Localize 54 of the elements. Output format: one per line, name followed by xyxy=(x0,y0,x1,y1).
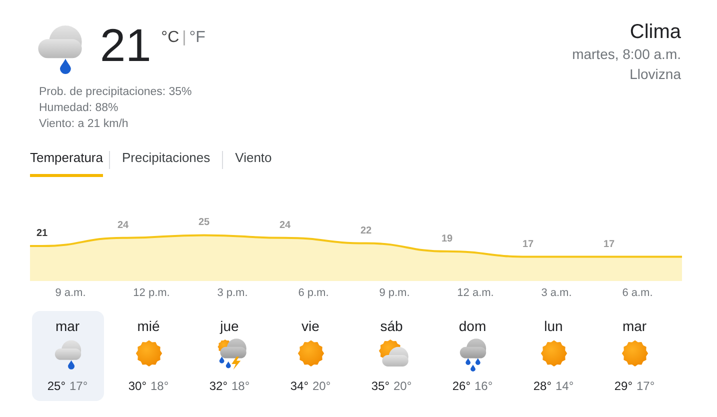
day-name: lun xyxy=(544,317,563,335)
low-temperature: 16° xyxy=(474,378,493,395)
celsius-unit[interactable]: °C xyxy=(161,26,180,50)
high-temperature: 30° xyxy=(128,378,146,395)
low-temperature: 20° xyxy=(312,378,331,395)
day-name: mar xyxy=(55,317,80,335)
day-name: mié xyxy=(137,317,160,335)
high-temperature: 25° xyxy=(47,378,66,395)
high-temperature: 28° xyxy=(533,378,552,395)
temperature-label: 24 xyxy=(117,219,129,230)
weather-condition: Llovizna xyxy=(630,65,681,84)
time-label: 6 p.m. xyxy=(298,286,329,300)
temperature-label: 19 xyxy=(441,232,453,244)
time-label: 9 p.m. xyxy=(379,286,410,300)
weather-detail: Viento: a 21 km/h xyxy=(39,117,128,132)
low-temperature: 17° xyxy=(70,378,88,395)
low-temperature: 14° xyxy=(556,378,574,395)
current-temperature: 21 xyxy=(100,20,152,70)
high-temperature: 32° xyxy=(209,378,228,395)
temperature-label: 22 xyxy=(360,224,372,236)
day-name: sáb xyxy=(380,317,403,335)
day-name: dom xyxy=(458,317,486,335)
day-name: vie xyxy=(302,317,320,335)
unit-separator: | xyxy=(182,28,186,48)
time-label: 9 a.m. xyxy=(55,286,86,300)
time-label: 12 p.m. xyxy=(133,286,170,300)
chart-tab[interactable]: Precipitaciones xyxy=(116,144,216,176)
temperature-label: 21 xyxy=(36,228,48,238)
time-label: 3 a.m. xyxy=(541,286,572,300)
day-forecast[interactable]: mar 25° 17° xyxy=(32,311,104,401)
temperature-label: 17 xyxy=(522,238,534,250)
low-temperature: 20° xyxy=(394,378,412,395)
low-temperature: 18° xyxy=(232,378,250,395)
temperature-label: 24 xyxy=(279,219,291,230)
weather-title: Clima xyxy=(630,20,681,44)
high-temperature: 29° xyxy=(614,378,632,395)
high-temperature: 34° xyxy=(290,378,308,395)
high-temperature: 26° xyxy=(452,378,470,395)
low-temperature: 17° xyxy=(636,378,655,395)
time-label: 3 p.m. xyxy=(217,286,248,300)
weather-detail: Prob. de precipitaciones: 35% xyxy=(39,85,192,100)
temperature-label: 17 xyxy=(603,238,615,250)
low-temperature: 18° xyxy=(150,378,169,395)
chart-tab[interactable]: Viento xyxy=(229,144,278,176)
time-label: 12 a.m. xyxy=(457,286,494,300)
weather-detail: Humedad: 88% xyxy=(39,101,118,116)
day-name: mar xyxy=(622,317,647,335)
high-temperature: 35° xyxy=(371,378,390,395)
date-time: martes, 8:00 a.m. xyxy=(572,45,681,64)
temperature-label: 25 xyxy=(198,216,210,228)
fahrenheit-unit[interactable]: °F xyxy=(189,26,206,50)
time-label: 6 a.m. xyxy=(622,286,653,300)
chart-tab[interactable]: Temperatura xyxy=(30,144,103,176)
day-name: jue xyxy=(220,317,239,335)
